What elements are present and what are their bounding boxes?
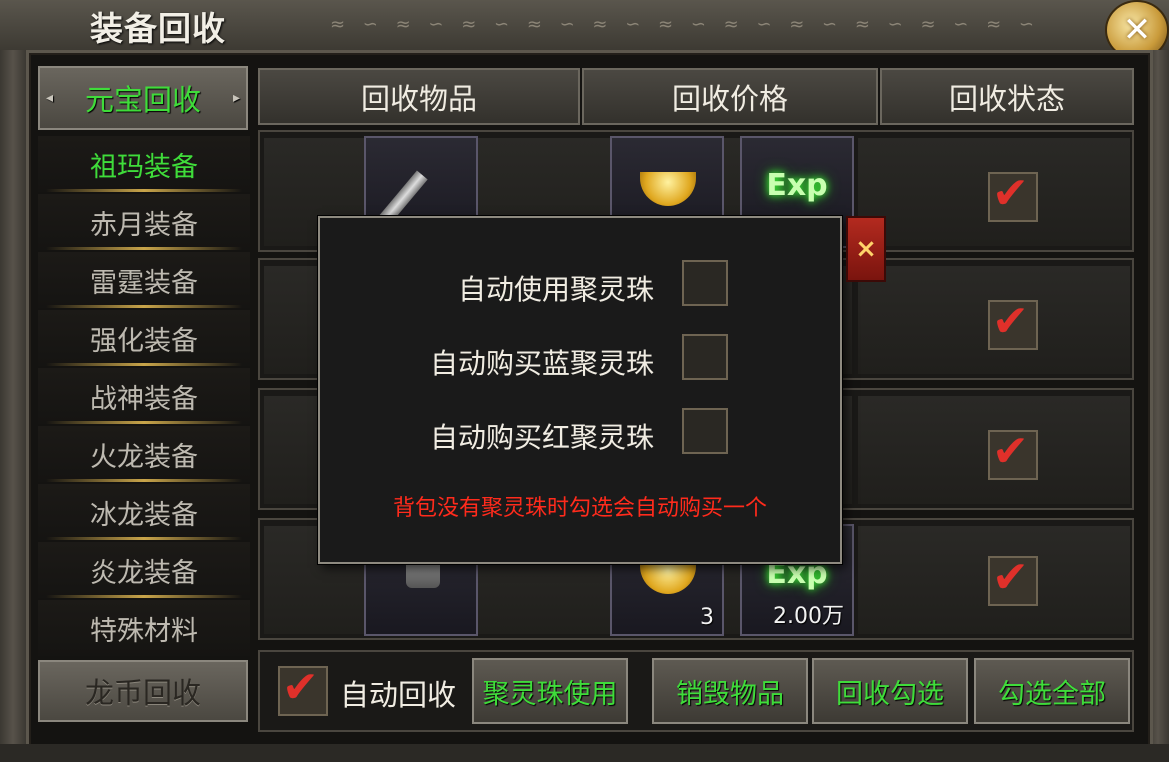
exp-amount: 2.00万 xyxy=(773,604,844,629)
checkmark-icon: ✔ xyxy=(992,552,1029,603)
recycle-status-checkbox[interactable]: ✔ xyxy=(988,168,1038,222)
column-header-price: 回收价格 xyxy=(582,68,878,125)
use-spirit-orb-button[interactable]: 聚灵珠使用 xyxy=(472,658,628,724)
auto-buy-blue-orb-label: 自动购买蓝聚灵珠 xyxy=(429,347,654,380)
close-icon: ✕ xyxy=(1122,10,1152,50)
recycle-status-checkbox[interactable]: ✔ xyxy=(988,426,1038,480)
close-icon: × xyxy=(855,234,877,264)
spirit-orb-settings-popup: 自动使用聚灵珠 自动购买蓝聚灵珠 自动购买红聚灵珠 背包没有聚灵珠时勾选会自动购… xyxy=(318,216,842,564)
game-window: 装备回收 ≈ ∽ ≈ ∽ ≈ ∽ ≈ ∽ ≈ ∽ ≈ ∽ ≈ ∽ ≈ ∽ ≈ ∽… xyxy=(0,0,1169,762)
sidebar-item-chiyue[interactable]: 赤月装备 xyxy=(38,194,250,250)
checkmark-icon: ✔ xyxy=(992,168,1029,219)
window-title: 装备回收 xyxy=(90,9,226,48)
sidebar-item-leiting[interactable]: 雷霆装备 xyxy=(38,252,250,308)
column-header-status: 回收状态 xyxy=(880,68,1134,125)
auto-use-orb-label: 自动使用聚灵珠 xyxy=(457,273,654,306)
sidebar-item-label: 特殊材料 xyxy=(90,615,198,647)
ornament-icon: ≈ ∽ ≈ ∽ ≈ ∽ ≈ ∽ ≈ ∽ ≈ ∽ ≈ ∽ ≈ ∽ ≈ ∽ ≈ ∽ … xyxy=(330,14,1040,35)
auto-buy-blue-orb-checkbox[interactable] xyxy=(682,334,728,380)
column-header-item: 回收物品 xyxy=(258,68,580,125)
tab-yuanbao-recycle[interactable]: ◂ 元宝回收 ▸ xyxy=(38,66,248,130)
auto-buy-red-orb-checkbox[interactable] xyxy=(682,408,728,454)
checkmark-icon: ✔ xyxy=(992,426,1029,477)
sidebar-item-zuma[interactable]: 祖玛装备 xyxy=(38,136,250,192)
tab-longbi-recycle[interactable]: 龙币回收 xyxy=(38,660,248,722)
sidebar-item-label: 赤月装备 xyxy=(90,209,198,241)
sidebar-item-label: 冰龙装备 xyxy=(90,499,198,531)
arrow-right-icon: ▸ xyxy=(232,90,240,106)
destroy-items-button[interactable]: 销毁物品 xyxy=(652,658,808,724)
recycle-status-checkbox[interactable]: ✔ xyxy=(988,552,1038,606)
recycle-checked-button[interactable]: 回收勾选 xyxy=(812,658,968,724)
sidebar-item-teshu[interactable]: 特殊材料 xyxy=(38,600,250,656)
sidebar-item-binglong[interactable]: 冰龙装备 xyxy=(38,484,250,540)
tab-label: 元宝回收 xyxy=(84,83,201,117)
sidebar-item-zhanshen[interactable]: 战神装备 xyxy=(38,368,250,424)
sidebar-item-huolong[interactable]: 火龙装备 xyxy=(38,426,250,482)
sidebar-item-qianghua[interactable]: 强化装备 xyxy=(38,310,250,366)
gold-ingot-icon xyxy=(640,172,696,206)
auto-recycle-label: 自动回收 xyxy=(340,678,457,712)
sidebar-item-label: 战神装备 xyxy=(90,383,198,415)
gold-ingot-icon xyxy=(640,560,696,594)
auto-use-orb-checkbox[interactable] xyxy=(682,260,728,306)
checkmark-icon: ✔ xyxy=(992,296,1029,347)
recycle-status-checkbox[interactable]: ✔ xyxy=(988,296,1038,350)
popup-hint-text: 背包没有聚灵珠时勾选会自动购买一个 xyxy=(392,496,767,521)
checkmark-icon: ✔ xyxy=(282,662,319,713)
sidebar-item-label: 祖玛装备 xyxy=(90,151,198,183)
frame-left-edge xyxy=(0,50,26,762)
sidebar-item-label: 雷霆装备 xyxy=(90,267,198,299)
title-bar: 装备回收 ≈ ∽ ≈ ∽ ≈ ∽ ≈ ∽ ≈ ∽ ≈ ∽ ≈ ∽ ≈ ∽ ≈ ∽… xyxy=(0,0,1169,60)
check-all-button[interactable]: 勾选全部 xyxy=(974,658,1130,724)
action-bar: ✔ 自动回收 聚灵珠使用 销毁物品 回收勾选 勾选全部 xyxy=(258,650,1134,732)
auto-recycle-checkbox[interactable]: ✔ xyxy=(278,662,328,716)
arrow-left-icon: ◂ xyxy=(46,90,54,106)
sidebar-item-label: 火龙装备 xyxy=(90,441,198,473)
tab-label: 龙币回收 xyxy=(84,676,201,710)
sidebar-item-yanlong[interactable]: 炎龙装备 xyxy=(38,542,250,598)
sidebar-item-label: 炎龙装备 xyxy=(90,557,198,589)
popup-close-button[interactable]: × xyxy=(846,216,886,282)
auto-buy-red-orb-label: 自动购买红聚灵珠 xyxy=(429,421,654,454)
sidebar-item-label: 强化装备 xyxy=(90,325,198,357)
gold-count: 3 xyxy=(700,605,714,630)
bottom-strip xyxy=(0,744,1169,762)
